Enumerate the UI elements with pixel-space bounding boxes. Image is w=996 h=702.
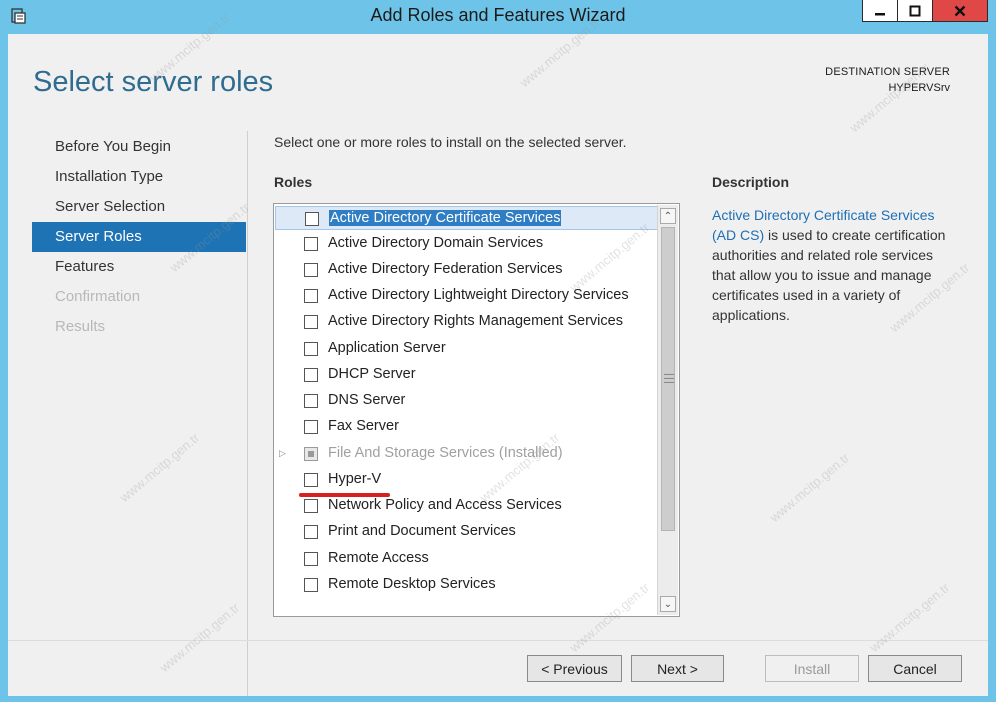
role-row[interactable]: Hyper-V	[275, 468, 658, 497]
description-body: Active Directory Certificate Services (A…	[712, 205, 954, 325]
install-button: Install	[765, 655, 859, 682]
role-label: Active Directory Certificate Services	[329, 210, 562, 226]
nav-item-before-you-begin[interactable]: Before You Begin	[32, 132, 246, 162]
nav-item-features[interactable]: Features	[32, 252, 246, 282]
role-row[interactable]: DNS Server	[275, 389, 658, 413]
role-row[interactable]: Active Directory Domain Services	[275, 232, 658, 256]
footer-divider	[8, 640, 988, 641]
nav-item-results: Results	[55, 318, 106, 335]
close-icon	[954, 5, 966, 16]
role-label: DNS Server	[328, 392, 406, 408]
role-label: Print and Document Services	[328, 523, 516, 539]
role-label: Remote Desktop Services	[328, 576, 496, 592]
window-title: Add Roles and Features Wizard	[370, 5, 626, 25]
cancel-button[interactable]: Cancel	[868, 655, 962, 682]
nav-item-installation-type[interactable]: Installation Type	[32, 162, 246, 192]
role-label: Fax Server	[328, 418, 399, 434]
nav-item-confirmation: Confirmation	[55, 288, 141, 305]
role-row[interactable]: Remote Desktop Services	[275, 573, 658, 597]
role-label: Hyper-V	[328, 471, 382, 487]
role-checkbox[interactable]	[304, 315, 318, 329]
roles-scrollbar[interactable]: ⌃ — — — ⌄	[657, 205, 678, 615]
scroll-up-icon[interactable]: ⌃	[660, 208, 676, 224]
maximize-button[interactable]	[897, 0, 933, 22]
destination-server-label: DESTINATION SERVER	[825, 66, 950, 78]
expand-arrow-icon[interactable]: ▷	[279, 448, 286, 459]
grip-icon: — — —	[664, 369, 674, 388]
wizard-steps-nav: Before You Begin Installation Type Serve…	[32, 132, 246, 342]
description-heading: Description	[712, 174, 790, 190]
role-checkbox[interactable]	[304, 499, 318, 513]
roles-list[interactable]: Active Directory Certificate Services Ac…	[273, 203, 680, 617]
role-row[interactable]: Fax Server	[275, 415, 658, 439]
role-row[interactable]: Network Policy and Access Services	[275, 494, 658, 518]
role-label: File And Storage Services (Installed)	[328, 445, 563, 461]
destination-server-name: HYPERVSrv	[888, 82, 950, 94]
minimize-button[interactable]	[862, 0, 898, 22]
nav-divider	[247, 131, 248, 696]
role-row[interactable]: Active Directory Certificate Services	[275, 206, 658, 230]
role-checkbox[interactable]	[304, 368, 318, 382]
role-checkbox[interactable]	[304, 263, 318, 277]
role-row[interactable]: Active Directory Lightweight Directory S…	[275, 284, 658, 308]
close-button[interactable]	[932, 0, 988, 22]
role-label: Remote Access	[328, 550, 429, 566]
role-checkbox[interactable]	[304, 525, 318, 539]
role-checkbox[interactable]	[304, 420, 318, 434]
role-label: Active Directory Lightweight Directory S…	[328, 287, 629, 303]
role-checkbox[interactable]	[304, 237, 318, 251]
role-checkbox[interactable]	[304, 289, 318, 303]
maximize-icon	[909, 5, 921, 16]
role-row[interactable]: Active Directory Federation Services	[275, 258, 658, 282]
role-row[interactable]: Application Server	[275, 337, 658, 361]
nav-item-server-roles[interactable]: Server Roles	[32, 222, 246, 252]
role-checkbox[interactable]	[304, 552, 318, 566]
minimize-icon	[875, 12, 885, 15]
wizard-body: Select server roles DESTINATION SERVER H…	[8, 34, 988, 696]
role-checkbox[interactable]	[304, 473, 318, 487]
role-checkbox[interactable]	[304, 342, 318, 356]
nav-item-server-selection[interactable]: Server Selection	[32, 192, 246, 222]
previous-button[interactable]: < Previous	[527, 655, 622, 682]
title-bar: Add Roles and Features Wizard	[0, 0, 996, 34]
role-label: Active Directory Domain Services	[328, 235, 544, 251]
role-row[interactable]: Remote Access	[275, 547, 658, 571]
role-label: Active Directory Rights Management Servi…	[328, 313, 623, 329]
role-row[interactable]: Active Directory Rights Management Servi…	[275, 310, 658, 334]
next-button[interactable]: Next >	[631, 655, 724, 682]
scroll-thumb[interactable]: — — —	[661, 227, 675, 531]
role-label: Network Policy and Access Services	[328, 497, 562, 513]
scroll-down-icon[interactable]: ⌄	[660, 596, 676, 612]
role-label: Active Directory Federation Services	[328, 261, 563, 277]
role-checkbox[interactable]	[304, 394, 318, 408]
role-label: DHCP Server	[328, 366, 416, 382]
role-checkbox[interactable]	[304, 578, 318, 592]
role-row[interactable]: Print and Document Services	[275, 520, 658, 544]
page-title: Select server roles	[33, 66, 274, 98]
roles-heading: Roles	[274, 174, 313, 190]
instruction-text: Select one or more roles to install on t…	[274, 134, 627, 150]
role-row[interactable]: ▷ File And Storage Services (Installed)	[275, 442, 658, 466]
role-checkbox[interactable]	[305, 212, 319, 226]
role-label: Application Server	[328, 340, 446, 356]
role-checkbox	[304, 447, 318, 461]
role-row[interactable]: DHCP Server	[275, 363, 658, 387]
